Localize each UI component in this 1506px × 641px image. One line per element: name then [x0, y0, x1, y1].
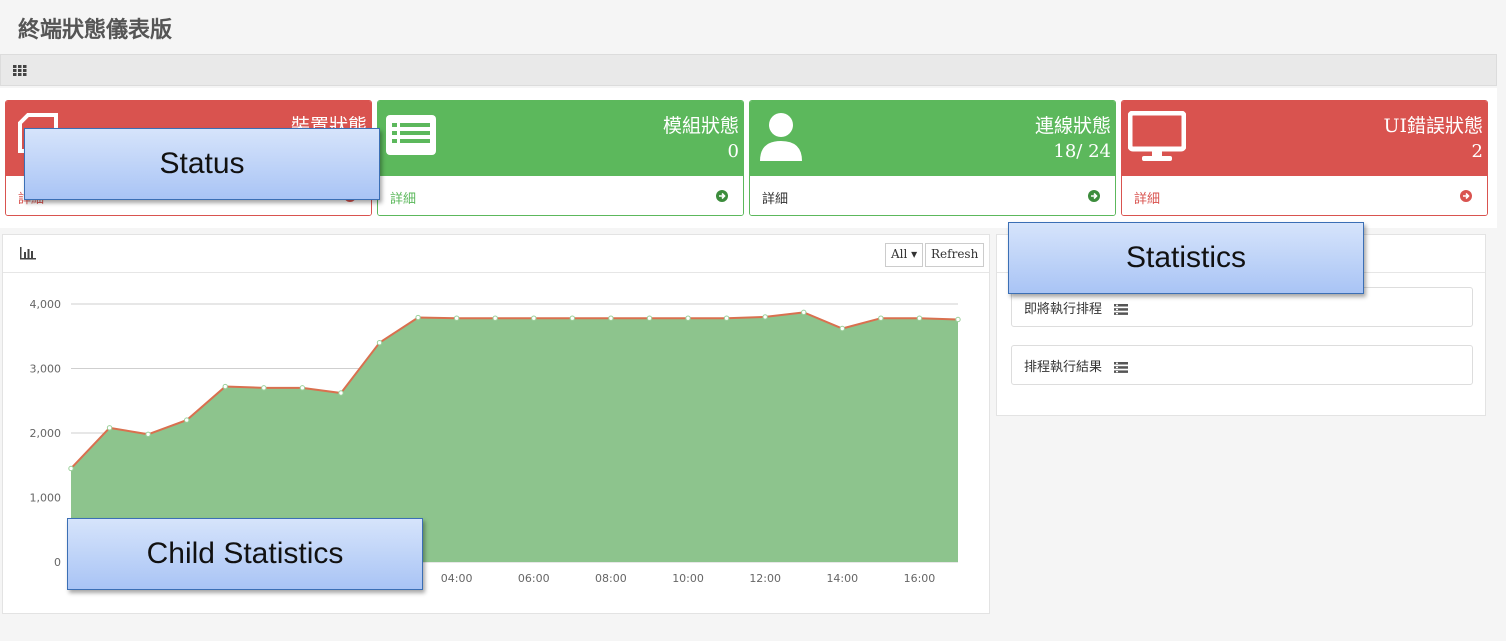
data-point — [955, 316, 961, 323]
list-icon — [386, 115, 436, 155]
refresh-button[interactable]: Refresh — [925, 243, 985, 267]
data-point — [723, 315, 730, 321]
statistics-callout: Statistics — [1008, 222, 1364, 294]
status-card-connection: 連線狀態 18/ 24 詳細 — [749, 100, 1116, 216]
arrow-circle-icon — [1088, 190, 1100, 202]
data-point — [453, 315, 460, 321]
status-card-value: 18/ 24 — [1053, 141, 1111, 162]
data-point — [878, 315, 884, 321]
data-point — [222, 383, 228, 390]
x-tick-label: 12:00 — [749, 572, 781, 585]
bar-chart-icon — [20, 247, 36, 260]
data-point — [145, 431, 151, 437]
y-tick-label: 3,000 — [30, 363, 62, 376]
y-tick-label: 2,000 — [30, 427, 62, 440]
list-detail-icon — [1114, 362, 1129, 373]
x-tick-label: 04:00 — [441, 572, 473, 585]
status-card-ui-error: UI錯誤狀態 2 詳細 — [1121, 100, 1488, 216]
data-point — [492, 315, 498, 321]
schedule-result-item[interactable]: 排程執行結果 — [1011, 345, 1473, 385]
x-tick-label: 10:00 — [672, 572, 704, 585]
data-point — [839, 325, 846, 332]
data-point — [106, 425, 113, 431]
y-tick-label: 4,000 — [30, 298, 62, 311]
status-card-module: 模組狀態 0 詳細 — [377, 100, 744, 216]
arrow-circle-icon — [1460, 190, 1472, 202]
data-point — [338, 390, 344, 396]
detail-link[interactable]: 詳細 — [378, 176, 743, 215]
detail-link[interactable]: 詳細 — [750, 176, 1115, 215]
data-point — [183, 417, 190, 423]
x-tick-label: 08:00 — [595, 572, 627, 585]
status-card-value: 2 — [1471, 141, 1483, 162]
arrow-circle-icon — [716, 190, 728, 202]
upcoming-schedule-label: 即將執行排程 — [1024, 302, 1103, 317]
detail-label: 詳細 — [390, 192, 417, 207]
y-tick-label: 1,000 — [30, 492, 62, 505]
user-icon — [760, 113, 802, 161]
data-point — [68, 465, 74, 472]
list-detail-icon — [1114, 304, 1129, 315]
chart-header: All ▾ Refresh — [3, 235, 989, 273]
x-tick-label: 14:00 — [826, 572, 858, 585]
status-card-title: 模組狀態 — [662, 115, 739, 137]
data-point — [685, 315, 691, 321]
data-point — [569, 315, 576, 321]
grid-icon[interactable] — [13, 65, 27, 76]
page-title: 終端狀態儀表版 — [18, 17, 173, 43]
y-tick-label: 0 — [54, 556, 61, 569]
status-card-title: UI錯誤狀態 — [1383, 115, 1483, 137]
status-card-value: 0 — [727, 141, 739, 162]
data-point — [608, 315, 614, 321]
x-tick-label: 16:00 — [904, 572, 936, 585]
data-point — [646, 315, 653, 321]
filter-dropdown[interactable]: All ▾ — [885, 243, 924, 267]
detail-link[interactable]: 詳細 — [1122, 176, 1487, 215]
x-tick-label: 06:00 — [518, 572, 550, 585]
status-card-title: 連線狀態 — [1034, 115, 1111, 137]
data-point — [261, 385, 267, 391]
detail-label: 詳細 — [1134, 192, 1161, 207]
dashboard-root: 終端狀態儀表版 裝置狀態 詳細 — [0, 0, 1506, 641]
status-callout: Status — [24, 128, 380, 200]
monitor-icon — [1128, 111, 1186, 161]
detail-label: 詳細 — [762, 192, 789, 207]
child-statistics-callout: Child Statistics — [67, 518, 423, 590]
data-point — [376, 340, 383, 346]
data-point — [531, 315, 537, 321]
data-point — [415, 314, 421, 321]
data-point — [299, 385, 306, 391]
data-point — [916, 315, 923, 321]
toolbar — [0, 54, 1497, 86]
data-point — [801, 309, 807, 316]
data-point — [762, 314, 768, 320]
schedule-result-label: 排程執行結果 — [1024, 360, 1103, 375]
